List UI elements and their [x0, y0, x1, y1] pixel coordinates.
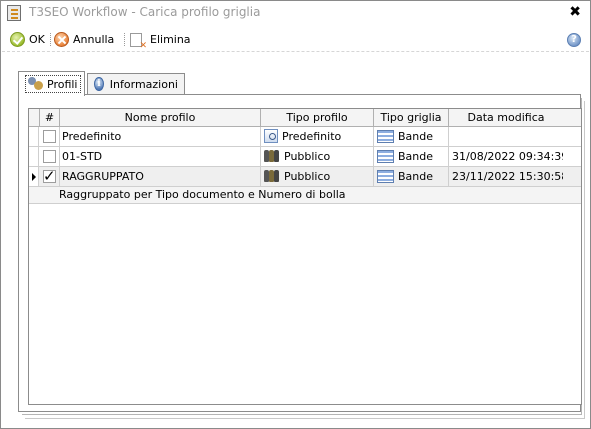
delete-button[interactable]: Elimina [130, 31, 191, 51]
ok-label: OK [29, 33, 45, 46]
dialog-window: T3SEO Workflow - Carica profilo griglia … [0, 0, 591, 429]
bands-grid-icon [377, 169, 394, 183]
public-profile-icon [264, 169, 280, 183]
row-grid-type-cell: Bande [374, 127, 449, 147]
title-bar[interactable]: T3SEO Workflow - Carica profilo griglia … [1, 1, 590, 25]
cancel-label: Annulla [73, 33, 115, 46]
bands-grid-icon [377, 149, 394, 163]
table-row[interactable]: 01-STD Pubblico Bande 31/08/2022 09:34:3… [29, 147, 581, 167]
row-indicator [29, 167, 39, 186]
header-col-name[interactable]: Nome profilo [60, 109, 261, 127]
row-grid-type-cell: Bande [374, 147, 449, 167]
row-profile-type-cell: Pubblico [261, 147, 374, 167]
public-profile-icon [264, 149, 280, 163]
row-grid-type: Bande [398, 170, 434, 183]
window-title: T3SEO Workflow - Carica profilo griglia [29, 5, 261, 19]
cancel-button[interactable]: Annulla [54, 31, 114, 48]
info-icon: i [94, 77, 104, 91]
row-modified: 31/08/2022 09:34:39 [452, 150, 563, 163]
ok-button[interactable]: OK [10, 31, 45, 48]
grid-header: # Nome profilo Tipo profilo Tipo griglia… [29, 109, 581, 127]
row-profile-type: Pubblico [284, 150, 331, 163]
delete-icon [130, 32, 147, 51]
checkmark-icon [10, 32, 25, 47]
toolbar: OK Annulla Elimina ? [2, 27, 589, 52]
row-grid-type-cell: Bande [374, 167, 449, 187]
row-grid-type: Bande [398, 130, 434, 143]
default-profile-icon [264, 129, 278, 143]
row-checkbox[interactable] [43, 150, 56, 163]
row-profile-type-cell: Pubblico [261, 167, 374, 187]
row-check-cell[interactable] [40, 147, 60, 167]
row-name: 01-STD [60, 147, 261, 167]
header-indicator [29, 109, 40, 127]
row-description: Raggruppato per Tipo documento e Numero … [29, 187, 581, 204]
table-row[interactable]: RAGGRUPPATO Pubblico Bande 23/11/2022 15… [29, 167, 581, 187]
tab-informazioni-label: Informazioni [109, 77, 178, 91]
bands-grid-icon [377, 129, 394, 143]
row-profile-type-cell: Predefinito [261, 127, 374, 147]
row-modified: 23/11/2022 15:30:58 [452, 170, 563, 183]
delete-label: Elimina [150, 33, 191, 46]
toolbar-separator [124, 33, 125, 46]
row-modified [449, 127, 563, 147]
header-col-profile-type[interactable]: Tipo profilo [261, 109, 374, 127]
row-checkbox[interactable] [43, 130, 56, 143]
header-col-grid-type[interactable]: Tipo griglia [374, 109, 449, 127]
profiles-grid[interactable]: # Nome profilo Tipo profilo Tipo griglia… [28, 108, 582, 405]
row-indicator [29, 147, 39, 166]
row-name: Predefinito [60, 127, 261, 147]
row-check-cell[interactable] [40, 127, 60, 147]
row-indicator [29, 127, 39, 146]
tab-profili[interactable]: Profili [18, 71, 85, 96]
cancel-icon [54, 32, 69, 47]
profiles-icon [28, 77, 44, 91]
help-icon[interactable]: ? [567, 33, 581, 47]
toolbar-separator [50, 33, 51, 46]
tab-focus-outline: Profili [25, 75, 81, 93]
current-row-arrow-icon [32, 173, 36, 181]
row-checkbox[interactable] [43, 167, 56, 186]
header-col-check[interactable]: # [40, 109, 60, 127]
tab-profili-label: Profili [47, 77, 78, 91]
header-col-modified[interactable]: Data modifica [449, 109, 563, 127]
row-profile-type: Predefinito [282, 130, 342, 143]
close-icon[interactable]: ✖ [569, 5, 581, 19]
tab-informazioni[interactable]: i Informazioni [87, 73, 185, 94]
row-profile-type: Pubblico [284, 170, 331, 183]
row-description-text: Raggruppato per Tipo documento e Numero … [59, 188, 346, 201]
row-check-cell[interactable] [40, 167, 60, 187]
app-icon [7, 5, 21, 21]
row-name: RAGGRUPPATO [60, 167, 261, 187]
row-grid-type: Bande [398, 150, 434, 163]
tab-panel-profili: # Nome profilo Tipo profilo Tipo griglia… [18, 94, 582, 412]
table-row[interactable]: Predefinito Predefinito Bande [29, 127, 581, 147]
